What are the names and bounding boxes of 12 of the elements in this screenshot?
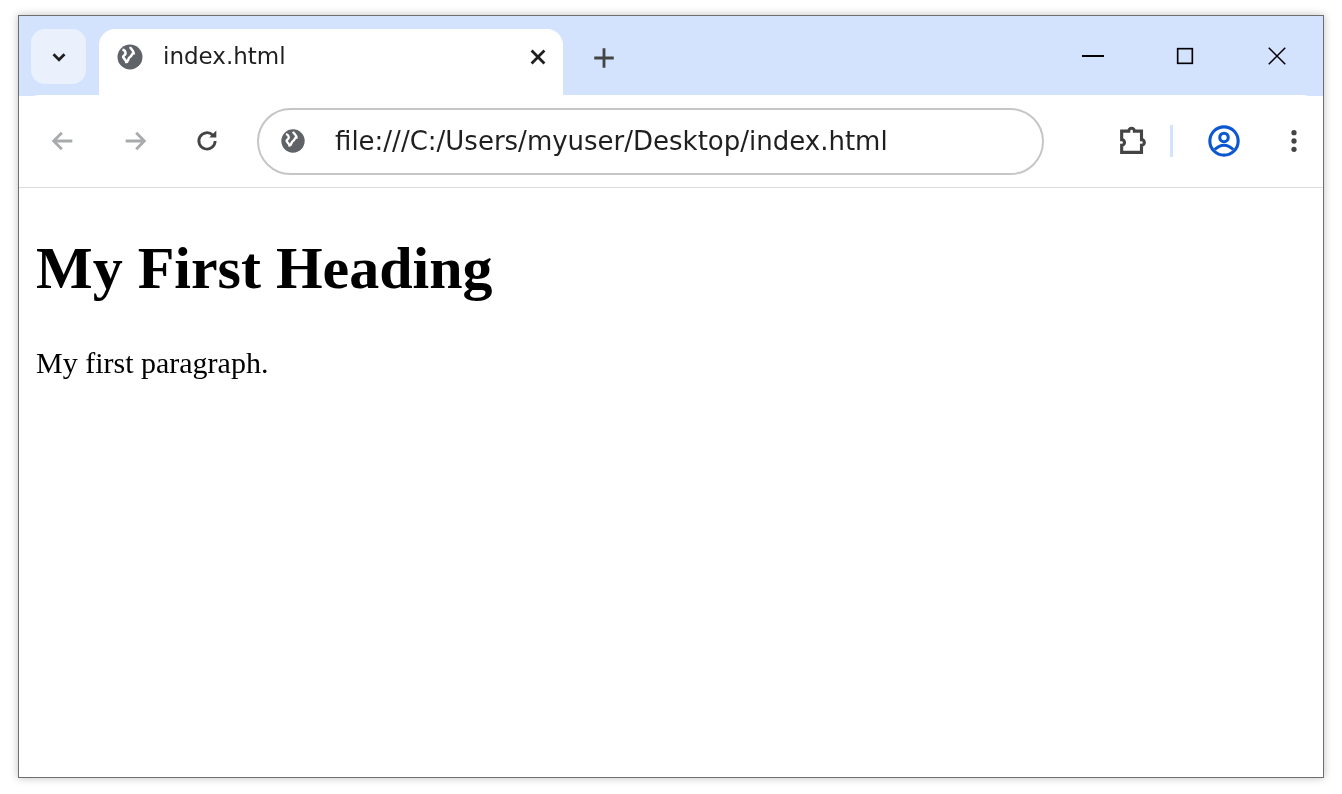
page-paragraph: My first paragraph. [36, 345, 270, 381]
more-menu-icon [1291, 130, 1297, 152]
address-bar[interactable]: file:///C:/Users/myuser/Desktop/index.html [257, 107, 1044, 175]
plus-icon [591, 45, 617, 71]
tab-title: index.html [163, 42, 286, 72]
profile-icon [1207, 124, 1241, 158]
maximize-icon [1174, 45, 1196, 67]
browser-tab[interactable]: index.html [99, 29, 563, 96]
page-heading: My First Heading [36, 234, 494, 303]
url-field[interactable]: file:///C:/Users/myuser/Desktop/index.html [333, 120, 1042, 162]
close-icon [1266, 45, 1288, 67]
minimize-icon [1082, 55, 1104, 57]
